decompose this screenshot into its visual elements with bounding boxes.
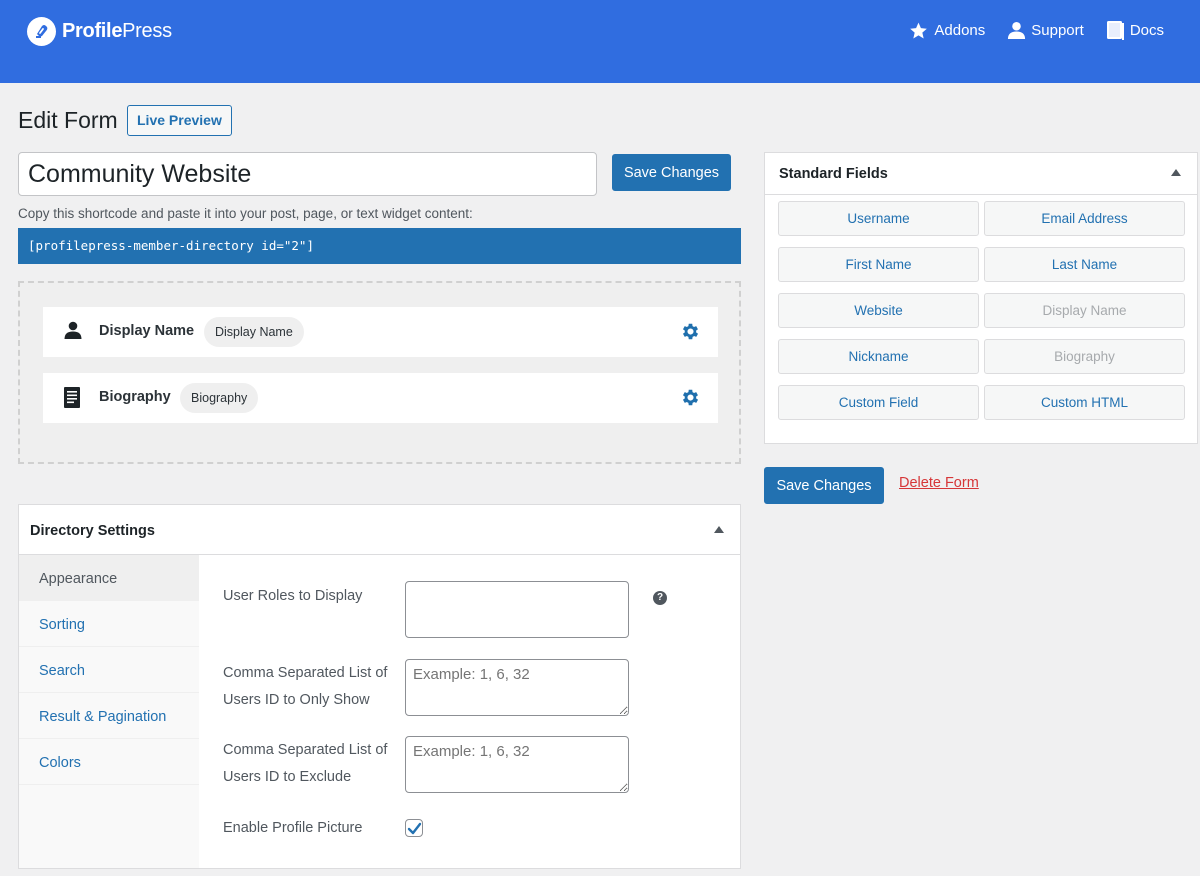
- builder-field-biography[interactable]: Biography Biography: [43, 373, 718, 423]
- brand-name-bold: Profile: [62, 20, 123, 42]
- nav-support-label: Support: [1031, 22, 1084, 39]
- form-builder-dropzone[interactable]: Display Name Display Name Biography Biog…: [18, 281, 741, 464]
- save-changes-button-top[interactable]: Save Changes: [612, 154, 731, 191]
- book-icon: [1106, 21, 1124, 40]
- directory-settings-panel: Directory Settings Appearance Sorting Se…: [18, 504, 741, 869]
- brand-name-regular: Press: [122, 20, 172, 42]
- std-field-nickname[interactable]: Nickname: [778, 339, 979, 374]
- nav-support[interactable]: Support: [1007, 21, 1084, 40]
- only-show-label-line1: Comma Separated List of: [223, 665, 388, 681]
- user-icon: [64, 321, 82, 339]
- gear-icon[interactable]: [680, 387, 701, 408]
- profile-picture-label: Enable Profile Picture: [223, 820, 363, 836]
- only-show-label: Comma Separated List of Users ID to Only…: [223, 660, 387, 714]
- std-field-username[interactable]: Username: [778, 201, 979, 236]
- top-nav: Addons Support Docs: [886, 20, 1164, 41]
- collapse-arrow-icon[interactable]: [1171, 169, 1181, 176]
- std-field-biography: Biography: [984, 339, 1185, 374]
- delete-form-link[interactable]: Delete Form: [899, 475, 979, 491]
- exclude-label-line2: Users ID to Exclude: [223, 769, 352, 785]
- tab-search[interactable]: Search: [19, 647, 199, 693]
- std-field-display-name: Display Name: [984, 293, 1185, 328]
- nav-docs[interactable]: Docs: [1106, 20, 1164, 41]
- settings-tabs: Appearance Sorting Search Result & Pagin…: [19, 555, 199, 868]
- standard-fields-title: Standard Fields: [779, 166, 888, 182]
- gear-icon[interactable]: [680, 321, 701, 342]
- standard-fields-grid: Username Email Address First Name Last N…: [778, 201, 1185, 420]
- user-icon: [1008, 21, 1026, 40]
- page-title: Edit Form: [18, 107, 118, 133]
- std-field-website[interactable]: Website: [778, 293, 979, 328]
- nav-addons-label: Addons: [934, 22, 986, 39]
- tab-appearance[interactable]: Appearance: [19, 555, 199, 601]
- user-roles-label: User Roles to Display: [223, 588, 363, 604]
- only-show-label-line2: Users ID to Only Show: [223, 692, 370, 708]
- shortcode-display[interactable]: [profilepress-member-directory id="2"]: [18, 228, 741, 264]
- document-icon: [64, 387, 80, 408]
- tab-colors[interactable]: Colors: [19, 739, 199, 785]
- directory-settings-header[interactable]: Directory Settings: [19, 505, 740, 555]
- std-field-first-name[interactable]: First Name: [778, 247, 979, 282]
- exclude-label-line1: Comma Separated List of: [223, 742, 388, 758]
- checkmark-icon: [407, 822, 422, 835]
- std-field-email-address[interactable]: Email Address: [984, 201, 1185, 236]
- shortcode-help-text: Copy this shortcode and paste it into yo…: [18, 206, 473, 221]
- tab-result-pagination[interactable]: Result & Pagination: [19, 693, 199, 739]
- profilepress-logo-icon: [27, 17, 56, 46]
- appearance-settings: User Roles to Display ? Comma Separated …: [199, 555, 740, 868]
- brand-logo-link[interactable]: ProfilePress: [27, 17, 172, 46]
- only-show-users-textarea[interactable]: [405, 659, 629, 716]
- star-icon: [910, 22, 928, 38]
- profile-picture-checkbox[interactable]: [405, 819, 423, 837]
- collapse-arrow-icon[interactable]: [714, 526, 724, 533]
- field-label: Display Name: [99, 323, 195, 339]
- top-header: ProfilePress Addons Support Docs: [0, 0, 1200, 83]
- live-preview-button[interactable]: Live Preview: [127, 105, 232, 136]
- std-field-last-name[interactable]: Last Name: [984, 247, 1185, 282]
- exclude-users-textarea[interactable]: [405, 736, 629, 793]
- tab-sorting[interactable]: Sorting: [19, 601, 199, 647]
- user-roles-select[interactable]: [405, 581, 629, 638]
- exclude-label: Comma Separated List of Users ID to Excl…: [223, 737, 387, 791]
- std-field-custom-html[interactable]: Custom HTML: [984, 385, 1185, 420]
- field-tag-badge: Biography: [180, 383, 259, 413]
- save-changes-button-side[interactable]: Save Changes: [764, 467, 884, 504]
- form-name-input[interactable]: [18, 152, 597, 196]
- field-tag-badge: Display Name: [204, 317, 304, 347]
- directory-settings-title: Directory Settings: [30, 523, 155, 539]
- help-icon[interactable]: ?: [653, 591, 667, 605]
- nav-docs-label: Docs: [1129, 22, 1164, 39]
- builder-field-display-name[interactable]: Display Name Display Name: [43, 307, 718, 357]
- standard-fields-panel: Standard Fields Username Email Address F…: [764, 152, 1198, 444]
- brand-name: ProfilePress: [62, 20, 172, 43]
- field-label: Biography: [99, 389, 171, 405]
- std-field-custom-field[interactable]: Custom Field: [778, 385, 979, 420]
- nav-addons[interactable]: Addons: [908, 21, 985, 41]
- standard-fields-header[interactable]: Standard Fields: [765, 153, 1197, 195]
